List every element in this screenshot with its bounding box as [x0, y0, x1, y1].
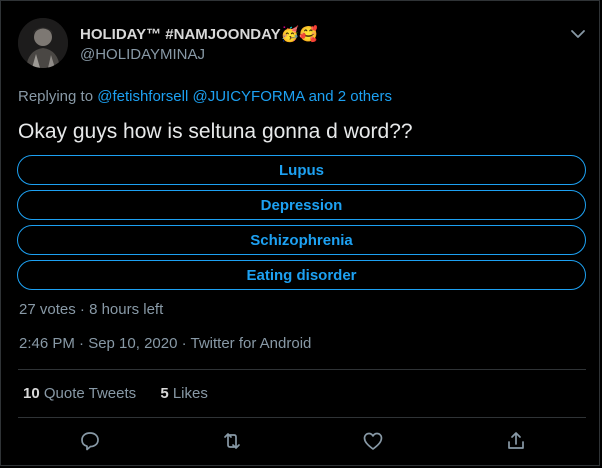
poll-meta: 27 votes · 8 hours left [19, 301, 163, 318]
poll-option-lupus[interactable]: Lupus [17, 155, 586, 185]
poll-option-depression[interactable]: Depression [17, 190, 586, 220]
tweet-text: Okay guys how is seltuna gonna d word?? [18, 120, 413, 143]
replying-prefix: Replying to [18, 88, 94, 105]
engagement-stats: 10 Quote Tweets 5 Likes [23, 385, 228, 402]
poll-separator: · [79, 301, 85, 318]
poll-votes: 27 votes [19, 301, 76, 318]
quote-tweets-count: 10 [23, 385, 40, 402]
likes-stat[interactable]: 5 Likes [160, 385, 208, 402]
poll-option-schizophrenia[interactable]: Schizophrenia [17, 225, 586, 255]
likes-label: Likes [172, 385, 208, 402]
avatar-image [18, 18, 68, 68]
display-name[interactable]: HOLIDAY™ #NAMJOONDAY🥳🥰 [80, 25, 318, 43]
quote-tweets-label: Quote Tweets [43, 385, 137, 402]
reply-others[interactable]: 2 others [338, 88, 392, 105]
reply-and[interactable]: and [309, 88, 334, 105]
poll-time-left: 8 hours left [89, 301, 164, 318]
action-bar [1, 429, 601, 457]
avatar[interactable] [18, 18, 68, 68]
divider [18, 369, 586, 370]
retweet-icon[interactable] [220, 429, 244, 453]
tweet-card: HOLIDAY™ #NAMJOONDAY🥳🥰 @HOLIDAYMINAJ Rep… [0, 0, 600, 466]
poll: Lupus Depression Schizophrenia Eating di… [17, 155, 586, 295]
chevron-down-icon[interactable] [568, 27, 588, 41]
reply-mentions[interactable]: @fetishforsell @JUICYFORMA [97, 88, 304, 105]
likes-count: 5 [160, 385, 169, 402]
quote-tweets-stat[interactable]: 10 Quote Tweets [23, 385, 136, 402]
user-handle[interactable]: @HOLIDAYMINAJ [80, 46, 205, 63]
replying-to: Replying to @fetishforsell @JUICYFORMA a… [18, 88, 392, 105]
reply-icon[interactable] [78, 429, 102, 453]
share-icon[interactable] [504, 429, 528, 453]
heart-icon[interactable] [361, 429, 385, 453]
poll-option-eating-disorder[interactable]: Eating disorder [17, 260, 586, 290]
divider [18, 417, 586, 418]
tweet-timestamp[interactable]: 2:46 PM · Sep 10, 2020 · Twitter for And… [19, 335, 311, 352]
